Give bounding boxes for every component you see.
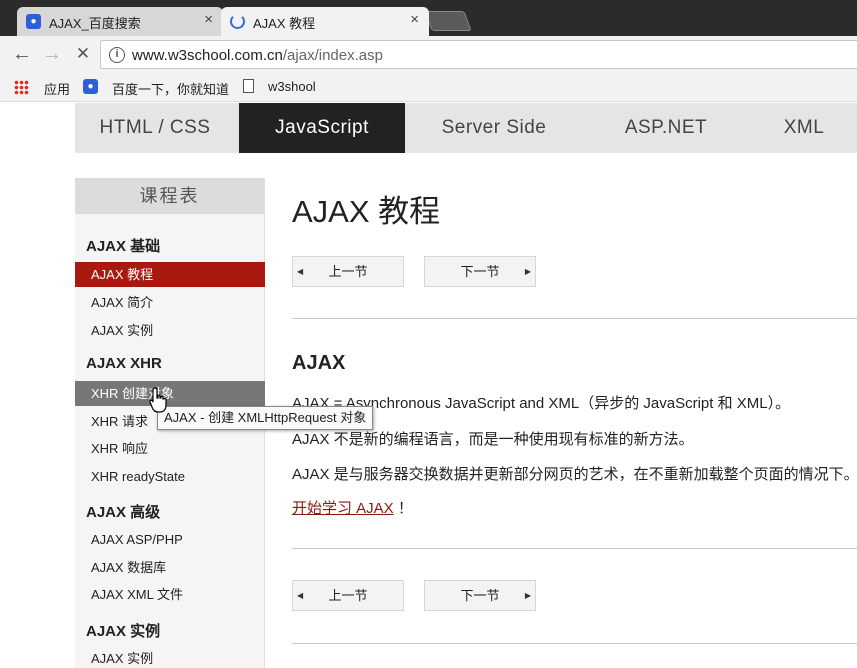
divider	[292, 548, 857, 549]
back-button[interactable]: ←	[10, 42, 34, 66]
divider	[292, 643, 857, 644]
next-section-button-bottom[interactable]: 下一节 ▶	[424, 580, 536, 611]
prev-section-button[interactable]: ◀ 上一节	[292, 256, 404, 287]
prev-label: 上一节	[328, 588, 368, 603]
sidebar-item-xhr-readystate[interactable]: XHR readyState	[75, 464, 265, 489]
sidebar-item-ajax-intro[interactable]: AJAX 简介	[75, 290, 265, 315]
bookmark-baidu[interactable]: 百度一下，你就知道	[112, 79, 229, 98]
url-path: /ajax/index.asp	[282, 47, 383, 64]
sidebar-group-ajax-examples: AJAX 实例	[86, 623, 161, 640]
sidebar-item-xhr-response[interactable]: XHR 响应	[75, 436, 265, 461]
next-label: 下一节	[460, 264, 500, 279]
sidebar-item-ajax-xml-file[interactable]: AJAX XML 文件	[75, 582, 265, 607]
sidebar-item-xhr-create[interactable]: XHR 创建对象	[75, 381, 265, 406]
sidebar-title: 课程表	[75, 178, 264, 214]
sidebar-item-ajax-tutorial[interactable]: AJAX 教程	[75, 262, 265, 287]
sidebar-item-ajax-examples[interactable]: AJAX 实例	[75, 646, 265, 668]
bookmarks-bar: 应用 ● 百度一下，你就知道 w3shool	[0, 73, 857, 102]
close-tab-icon[interactable]: ×	[204, 11, 213, 28]
nav-javascript[interactable]: JavaScript	[239, 103, 405, 153]
sidebar-group-ajax-xhr: AJAX XHR	[86, 355, 162, 372]
new-tab-button[interactable]	[424, 11, 472, 31]
start-learning-line: 开始学习 AJAX ！	[292, 497, 413, 518]
intro-paragraph-2: AJAX 不是新的编程语言，而是一种使用现有标准的新方法。	[292, 431, 694, 448]
next-section-button[interactable]: 下一节 ▶	[424, 256, 536, 287]
baidu-paw-icon: ●	[83, 79, 98, 94]
apps-grid-icon[interactable]	[14, 80, 29, 95]
close-tab-icon[interactable]: ×	[410, 11, 419, 28]
bookmark-w3shool[interactable]: w3shool	[268, 79, 316, 94]
tab-title: AJAX_百度搜索	[49, 16, 141, 31]
url-host: www.w3school.com.cn	[132, 47, 283, 64]
hand-pointer-cursor-icon	[149, 387, 167, 413]
sidebar-item-ajax-database[interactable]: AJAX 数据库	[75, 555, 265, 580]
top-navigation: HTML / CSS JavaScript Server Side ASP.NE…	[75, 103, 857, 153]
arrow-right-icon: ▶	[524, 591, 531, 600]
baidu-paw-icon: ●	[26, 14, 41, 29]
prev-section-button-bottom[interactable]: ◀ 上一节	[292, 580, 404, 611]
address-bar[interactable]: i www.w3school.com.cn/ajax/index.asp	[100, 40, 857, 69]
tab-title: AJAX 教程	[253, 16, 316, 31]
arrow-right-icon: ▶	[524, 267, 531, 276]
url-text: www.w3school.com.cn/ajax/index.asp	[132, 47, 383, 64]
bookmark-apps[interactable]: 应用	[44, 79, 70, 98]
sidebar-group-ajax-advanced: AJAX 高级	[86, 504, 161, 521]
info-icon[interactable]: i	[109, 47, 125, 63]
nav-server-side[interactable]: Server Side	[415, 103, 573, 153]
sidebar-item-ajax-asp-php[interactable]: AJAX ASP/PHP	[75, 527, 265, 552]
next-label: 下一节	[460, 588, 500, 603]
nav-html-css[interactable]: HTML / CSS	[75, 103, 235, 153]
loading-spinner-icon	[230, 14, 245, 29]
start-learning-suffix: ！	[397, 500, 413, 517]
divider	[292, 318, 857, 319]
page-title: AJAX 教程	[292, 194, 441, 229]
nav-asp-net[interactable]: ASP.NET	[583, 103, 749, 153]
page-icon	[243, 79, 254, 93]
tab-baidu-search[interactable]: ● AJAX_百度搜索 ×	[17, 7, 223, 36]
sidebar-item-ajax-example[interactable]: AJAX 实例	[75, 318, 265, 343]
tab-strip: ● AJAX_百度搜索 × AJAX 教程 ×	[0, 0, 857, 36]
forward-button[interactable]: →	[40, 42, 64, 66]
prev-label: 上一节	[328, 264, 368, 279]
sidebar-tooltip: AJAX - 创建 XMLHttpRequest 对象	[157, 406, 374, 430]
browser-toolbar: ← → ✕ i www.w3school.com.cn/ajax/index.a…	[0, 36, 857, 73]
tab-ajax-tutorial[interactable]: AJAX 教程 ×	[221, 7, 429, 36]
stop-loading-button[interactable]: ✕	[71, 42, 95, 66]
section-title: AJAX	[292, 352, 346, 374]
sidebar-group-ajax-basics: AJAX 基础	[86, 238, 161, 255]
intro-paragraph-3: AJAX 是与服务器交换数据并更新部分网页的艺术，在不重新加载整个页面的情况下。	[292, 466, 857, 483]
start-learning-link[interactable]: 开始学习 AJAX	[292, 500, 394, 517]
nav-xml[interactable]: XML	[759, 103, 849, 153]
